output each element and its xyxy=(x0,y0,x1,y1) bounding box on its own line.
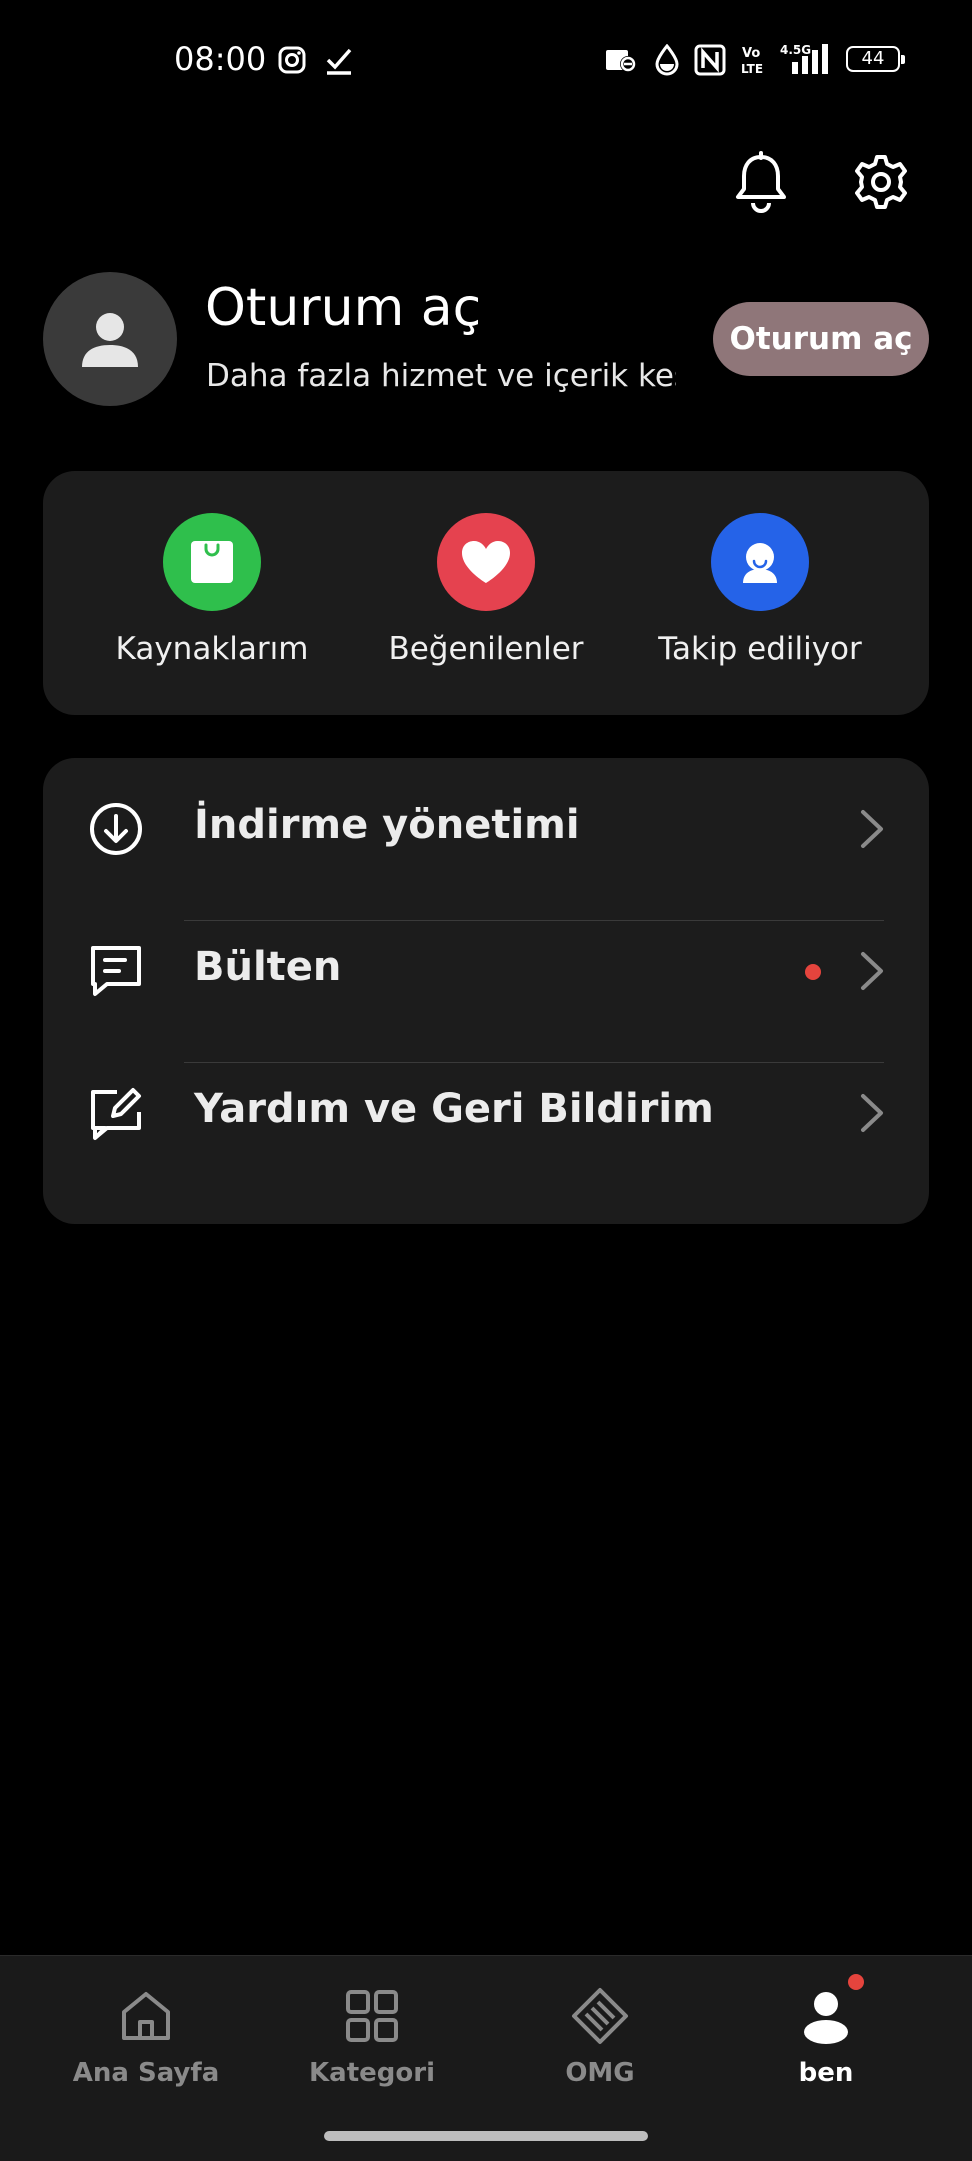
network-type: 4.5G xyxy=(780,43,811,57)
home-icon xyxy=(122,1992,170,2040)
svg-text:LTE: LTE xyxy=(741,62,763,76)
svg-text:Vo: Vo xyxy=(742,46,760,61)
menu-item-download-management[interactable]: İndirme yönetimi xyxy=(43,758,929,900)
menu-item-label: İndirme yönetimi xyxy=(194,802,580,848)
menu-item-label: Yardım ve Geri Bildirim xyxy=(194,1086,714,1132)
menu-item-label: Bülten xyxy=(194,944,342,990)
signal-icon: 4.5G xyxy=(780,43,828,74)
gear-icon xyxy=(855,155,907,209)
nav-omg[interactable]: OMG xyxy=(500,1986,700,2088)
nav-label: Ana Sayfa xyxy=(72,2058,220,2088)
nfc-icon xyxy=(694,44,726,76)
drop-icon xyxy=(655,44,679,76)
bell-icon xyxy=(736,151,786,213)
check-icon xyxy=(326,48,352,75)
status-time: 08:00 xyxy=(174,40,267,78)
message-icon xyxy=(91,946,141,996)
notification-dot xyxy=(848,1974,864,1990)
nav-label: Kategori xyxy=(309,2058,435,2088)
quick-actions-card: Kaynaklarım Beğenilenler Takip ediliyor xyxy=(43,471,929,715)
menu-card: İndirme yönetimi Bülten Yardım ve Geri B… xyxy=(43,758,929,1224)
quick-action-label: Takip ediliyor xyxy=(658,631,862,667)
chevron-right-icon xyxy=(861,952,883,990)
quick-action-following[interactable]: Takip ediliyor xyxy=(635,513,885,667)
home-indicator[interactable] xyxy=(324,2131,648,2141)
grid-icon xyxy=(346,1990,398,2042)
chevron-right-icon xyxy=(861,810,883,848)
menu-item-help-feedback[interactable]: Yardım ve Geri Bildirim xyxy=(43,1042,929,1184)
avatar[interactable] xyxy=(43,272,177,406)
nav-me[interactable]: ben xyxy=(726,1974,926,2088)
follow-icon xyxy=(711,513,809,611)
person-icon xyxy=(796,1974,864,2046)
shopping-bag-icon xyxy=(163,513,261,611)
notifications-button[interactable] xyxy=(729,150,793,214)
quick-action-label: Kaynaklarım xyxy=(115,631,309,667)
battery-icon: 44 xyxy=(846,46,905,72)
quick-action-label: Beğenilenler xyxy=(388,631,584,667)
settings-button[interactable] xyxy=(849,150,913,214)
nav-label: OMG xyxy=(565,2058,635,2088)
chevron-right-icon xyxy=(861,1094,883,1132)
nav-label: ben xyxy=(798,2058,854,2088)
profile-title[interactable]: Oturum aç xyxy=(205,278,481,338)
notification-dot xyxy=(805,964,821,980)
quick-action-resources[interactable]: Kaynaklarım xyxy=(87,513,337,667)
data-saver-icon xyxy=(606,50,636,72)
battery-level: 44 xyxy=(861,48,885,69)
profile-subtitle: Daha fazla hizmet ve içerik keş… xyxy=(206,358,676,394)
instagram-icon xyxy=(278,46,306,74)
nav-category[interactable]: Kategori xyxy=(272,1986,472,2088)
login-button[interactable]: Oturum aç xyxy=(713,302,929,376)
tag-icon xyxy=(572,1988,628,2044)
volte-icon: Vo LTE xyxy=(741,46,763,76)
download-icon xyxy=(90,803,142,855)
nav-home[interactable]: Ana Sayfa xyxy=(46,1986,246,2088)
bottom-nav: Ana Sayfa Kategori OMG ben xyxy=(0,1955,972,2161)
quick-action-likes[interactable]: Beğenilenler xyxy=(361,513,611,667)
user-icon xyxy=(82,313,138,367)
menu-item-newsletter[interactable]: Bülten xyxy=(43,900,929,1042)
heart-icon xyxy=(437,513,535,611)
feedback-edit-icon xyxy=(91,1088,141,1140)
status-bar: 08:00 Vo LTE 4.5G 44 xyxy=(0,0,972,122)
